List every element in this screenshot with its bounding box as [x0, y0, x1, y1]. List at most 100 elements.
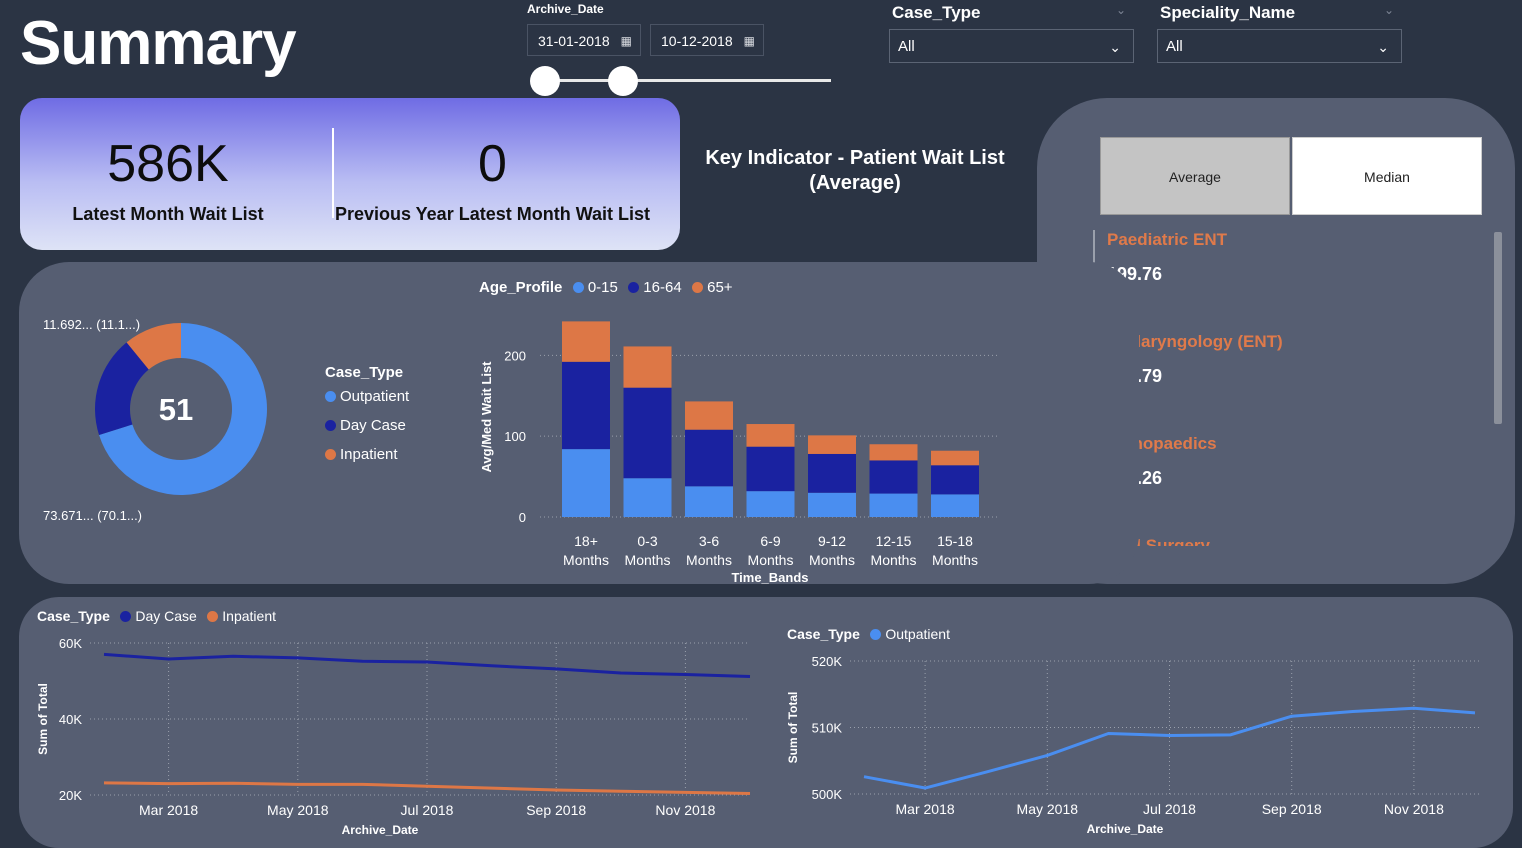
- x-tick-label: May 2018: [267, 802, 329, 818]
- y-tick-label: 510K: [812, 721, 843, 736]
- legend-item-outpatient[interactable]: Outpatient: [870, 626, 950, 642]
- legend-item-day-case[interactable]: Day Case: [120, 608, 197, 624]
- y-axis-title: Sum of Total: [786, 692, 800, 764]
- age-profile-bar-chart: 0 100 200 18+ Months 0-3 Months 3-6 Months 6-9 Mon…: [479, 321, 1000, 585]
- speciality-list[interactable]: Paediatric ENT 199.76 Otolaryngology (EN…: [1080, 226, 1500, 546]
- outpatient-trend-line-chart: 500K 510K 520K Mar 2018 May 2018 Jul 2018 Sep …: [786, 654, 1480, 836]
- line-right-legend-title: Case_Type: [787, 626, 860, 642]
- bar-segment: [869, 493, 918, 517]
- legend-item-16-64[interactable]: 16-64: [628, 279, 682, 296]
- speciality-dropdown[interactable]: All ⌄: [1157, 29, 1402, 63]
- y-tick-label: 520K: [812, 654, 843, 669]
- end-date-value: 10-12-2018: [661, 33, 733, 49]
- calendar-icon[interactable]: ▦: [621, 25, 632, 57]
- legend-label: 65+: [707, 279, 733, 296]
- legend-item-day-case[interactable]: Day Case: [325, 417, 409, 434]
- x-tick-label: 12-15 Months: [871, 533, 917, 568]
- average-toggle-button[interactable]: Average: [1100, 137, 1290, 215]
- legend-label: 16-64: [643, 279, 682, 296]
- x-tick-label: Sep 2018: [526, 802, 586, 818]
- speciality-value: 199.76: [1107, 264, 1163, 284]
- legend-item-inpatient[interactable]: Inpatient: [207, 608, 276, 624]
- previous-year-wait-list-label: Previous Year Latest Month Wait List: [334, 204, 651, 224]
- bar-segment: [869, 460, 918, 494]
- bar-segment: [623, 387, 672, 479]
- bar-segment: [746, 491, 795, 517]
- bar-segment: [623, 346, 672, 388]
- bar-segment: [562, 361, 610, 450]
- legend-label: Outpatient: [340, 388, 410, 405]
- legend-label: 0-15: [587, 279, 618, 296]
- legend-label: Day Case: [135, 608, 197, 624]
- line-right-legend: Case_Type Outpatient: [787, 626, 950, 644]
- legend-dot: [628, 282, 640, 293]
- speciality-card: Otolaryngology (ENT) 150.79: [1093, 332, 1407, 410]
- series-line: [863, 706, 1476, 790]
- x-tick-label: Nov 2018: [1384, 801, 1444, 817]
- speciality-name: Otolaryngology (ENT): [1107, 332, 1283, 351]
- y-tick-label: 20K: [59, 788, 82, 803]
- bar-segment: [562, 449, 610, 517]
- legend-dot: [572, 282, 584, 293]
- x-axis-title: Archive_Date: [342, 823, 419, 837]
- x-tick-label: Jul 2018: [401, 802, 454, 818]
- chevron-down-icon: ⌄: [1377, 39, 1389, 55]
- x-tick-label: May 2018: [1017, 801, 1079, 817]
- legend-dot: [325, 391, 336, 402]
- date-range-start-handle[interactable]: [530, 66, 560, 96]
- legend-dot: [325, 449, 336, 460]
- latest-month-wait-list-label: Latest Month Wait List: [72, 204, 264, 224]
- bar-segment: [746, 424, 795, 447]
- bar-segment: [685, 401, 733, 430]
- start-date-input[interactable]: 31-01-2018 ▦: [527, 24, 641, 56]
- chevron-down-icon[interactable]: ⌄: [1116, 3, 1126, 17]
- bar-segment: [623, 478, 672, 517]
- legend-dot: [207, 611, 219, 622]
- x-axis-title: Archive_Date: [1087, 822, 1164, 836]
- date-range-slider-track[interactable]: [545, 79, 831, 82]
- line-left-legend: Case_Type Day Case Inpatient: [37, 608, 276, 626]
- legend-label: Inpatient: [222, 608, 276, 624]
- bar-segment: [746, 446, 795, 492]
- bar-segment: [931, 494, 979, 517]
- speciality-value: 139.26: [1107, 468, 1407, 489]
- case-type-dropdown[interactable]: All ⌄: [889, 29, 1134, 63]
- calendar-icon[interactable]: ▦: [744, 25, 755, 57]
- x-tick-label: Mar 2018: [139, 802, 198, 818]
- chevron-down-icon[interactable]: ⌄: [1384, 3, 1394, 17]
- speciality-value: 150.79: [1107, 366, 1407, 387]
- line-left-legend-title: Case_Type: [37, 608, 110, 624]
- x-tick-label: Nov 2018: [655, 802, 715, 818]
- case-type-trend-line-chart: 20K 40K 60K Mar 2018 May 2018 Jul 2018 Sep 201…: [36, 636, 751, 837]
- legend-dot: [692, 282, 704, 293]
- y-tick-label: 100: [504, 429, 526, 444]
- legend-item-65-plus[interactable]: 65+: [692, 279, 733, 296]
- donut-legend-title: Case_Type: [325, 364, 404, 381]
- speciality-selected: All: [1166, 38, 1183, 55]
- end-date-input[interactable]: 10-12-2018 ▦: [650, 24, 764, 56]
- y-axis-title: Sum of Total: [36, 683, 50, 755]
- chevron-down-icon: ⌄: [1109, 39, 1121, 55]
- bar-segment: [931, 465, 979, 495]
- legend-item-inpatient[interactable]: Inpatient: [325, 446, 409, 463]
- median-toggle-button[interactable]: Median: [1292, 137, 1482, 215]
- case-type-selected: All: [898, 38, 915, 55]
- legend-dot: [120, 611, 132, 622]
- speciality-name: Orthopaedics: [1107, 434, 1217, 453]
- y-tick-label: 500K: [812, 787, 843, 802]
- donut-data-label: 73.671... (70.1...): [43, 508, 142, 523]
- legend-label: Outpatient: [885, 626, 950, 642]
- x-tick-label: Jul 2018: [1143, 801, 1196, 817]
- donut-data-label: 11.692... (11.1...): [43, 317, 140, 332]
- x-tick-label: Sep 2018: [1262, 801, 1322, 817]
- speciality-card: Oral Surgery: [1093, 536, 1407, 546]
- legend-item-outpatient[interactable]: Outpatient: [325, 388, 409, 405]
- speciality-list-scrollbar[interactable]: [1494, 232, 1502, 424]
- archive-date-label: Archive_Date: [527, 2, 604, 16]
- legend-item-0-15[interactable]: 0-15: [572, 279, 618, 296]
- date-range-end-handle[interactable]: [608, 66, 638, 96]
- bar-segment: [562, 321, 610, 362]
- y-tick-label: 0: [519, 510, 526, 525]
- y-tick-label: 60K: [59, 636, 82, 651]
- bar-segment: [931, 450, 979, 466]
